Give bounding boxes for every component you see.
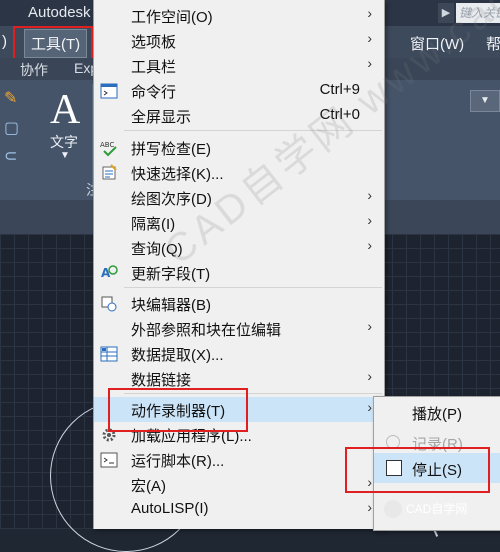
menu-separator [124,130,382,131]
data-extraction-icon [100,345,118,363]
menu-item-label: 查询(Q) [131,241,183,258]
menu-item-label: 宏(A) [131,478,166,495]
menu-item-label: 加载应用程序(L)... [131,428,252,445]
menu-item-spell-check[interactable]: ABC 拼写检查(E) [94,135,384,160]
svg-text:ABC: ABC [100,141,114,149]
menu-item-label: 数据链接 [131,372,192,389]
menu-item-block-editor[interactable]: 块编辑器(B) [94,291,384,316]
menu-separator [124,393,382,394]
menu-item-label: 工具栏 [131,59,177,76]
chevron-right-icon: › [367,187,372,203]
submenu-item-stop[interactable]: 停止(S) [374,453,500,483]
wechat-icon [384,499,402,518]
chevron-right-icon: › [367,5,372,21]
submenu-item-label: 停止(S) [412,462,462,479]
menu-item-xref-inplace[interactable]: 外部参照和块在位编辑 › [94,316,384,341]
menu-help-fragment[interactable]: 帮 [486,33,500,54]
menu-item-inquiry[interactable]: 查询(Q) › [94,235,384,260]
block-editor-icon [100,295,118,313]
pencil-icon[interactable]: ✎ [4,88,17,108]
quick-access-arrow-icon[interactable]: ▶ [438,3,454,23]
menu-item-label: 命令行 [131,84,177,101]
gear-icon [100,426,118,444]
menu-item-label: 隔离(I) [131,216,176,233]
menu-item-label: 全屏显示 [131,109,192,126]
menu-item-label: 拼写检查(E) [131,141,211,158]
dimension-icon[interactable]: ⊂ [4,146,17,166]
spell-check-icon: ABC [100,139,118,157]
menu-item-label: 外部参照和块在位编辑 [131,322,282,339]
menu-item-palettes[interactable]: 选项板 › [94,28,384,53]
menu-separator [124,287,382,288]
cube-icon[interactable]: ▢ [4,118,19,138]
menu-item-data-extraction[interactable]: 数据提取(X)... [94,341,384,366]
menu-item-label: 快速选择(K)... [131,166,224,183]
submenu-item-play[interactable]: 播放(P) [374,397,500,427]
menu-item-load-application[interactable]: 加载应用程序(L)... [94,422,384,447]
chevron-right-icon: › [367,474,372,490]
chevron-right-icon: › [367,55,372,71]
menu-item-label: 数据提取(X)... [131,347,224,364]
menu-item-label: 工作空间(O) [131,9,213,26]
chevron-right-icon: › [367,399,372,415]
menu-window[interactable]: 窗口(W) [410,33,464,54]
menu-item-shortcut: Ctrl+9 [319,81,360,98]
menu-item-label: 动作录制器(T) [131,403,226,420]
menu-item-macro[interactable]: 宏(A) › [94,472,384,497]
menu-item-label: 块编辑器(B) [131,297,211,314]
menu-item-toolbars[interactable]: 工具栏 › [94,53,384,78]
tab-collab[interactable]: 协作 [20,60,48,80]
submenu-item-label: 记录(R) [412,436,463,453]
chevron-right-icon: › [367,499,372,515]
menu-item-shortcut: Ctrl+0 [319,106,360,123]
menu-item-action-recorder[interactable]: 动作录制器(T) › [94,397,384,422]
submenu-item-label: 播放(P) [412,406,462,423]
menu-tools[interactable]: 工具(T) [24,29,88,58]
menu-item-workspace[interactable]: 工作空间(O) › [94,3,384,28]
ribbon-dropdown[interactable]: ▼ [470,90,500,112]
tools-menu: 工作空间(O) › 选项板 › 工具栏 › 命令行 Ctrl+9 全屏显示 Ct… [93,0,385,529]
menu-item-fullscreen[interactable]: 全屏显示 Ctrl+0 [94,103,384,128]
menu-item-command-line[interactable]: 命令行 Ctrl+9 [94,78,384,103]
app-title: Autodesk [28,4,91,21]
menu-fragment-left[interactable]: ) [2,33,7,50]
menu-item-isolate[interactable]: 隔离(I) › [94,210,384,235]
menu-item-quick-select[interactable]: 快速选择(K)... [94,160,384,185]
menu-item-data-links[interactable]: 数据链接 › [94,366,384,391]
watermark-badge-label: CAD自学网 [406,502,468,516]
chevron-right-icon: › [367,237,372,253]
chevron-right-icon: › [367,318,372,334]
menu-item-label: 运行脚本(R)... [131,453,225,470]
menu-item-label: 选项板 [131,34,177,51]
command-line-icon [100,82,118,100]
menu-item-autolisp[interactable]: AutoLISP(I) › [94,497,384,522]
chevron-right-icon: › [367,368,372,384]
menu-item-draw-order[interactable]: 绘图次序(D) › [94,185,384,210]
menu-item-label: AutoLISP(I) [131,500,209,517]
record-icon [386,435,400,449]
search-input[interactable]: 键入关键 [456,3,500,23]
menu-item-update-fields[interactable]: A 更新字段(T) [94,260,384,285]
script-icon [100,451,118,469]
chevron-right-icon: › [367,212,372,228]
stop-icon [386,460,402,476]
text-tool-icon[interactable]: A [50,86,80,134]
chevron-right-icon: › [367,30,372,46]
text-tool-label[interactable]: 文字 [50,132,78,152]
menu-item-label: 绘图次序(D) [131,191,212,208]
update-fields-icon: A [100,264,118,282]
chevron-down-icon[interactable]: ▼ [60,150,70,161]
quick-select-icon [100,164,118,182]
watermark-badge: CAD自学网 [384,496,496,522]
menu-item-run-script[interactable]: 运行脚本(R)... [94,447,384,472]
menu-item-label: 更新字段(T) [131,266,211,283]
